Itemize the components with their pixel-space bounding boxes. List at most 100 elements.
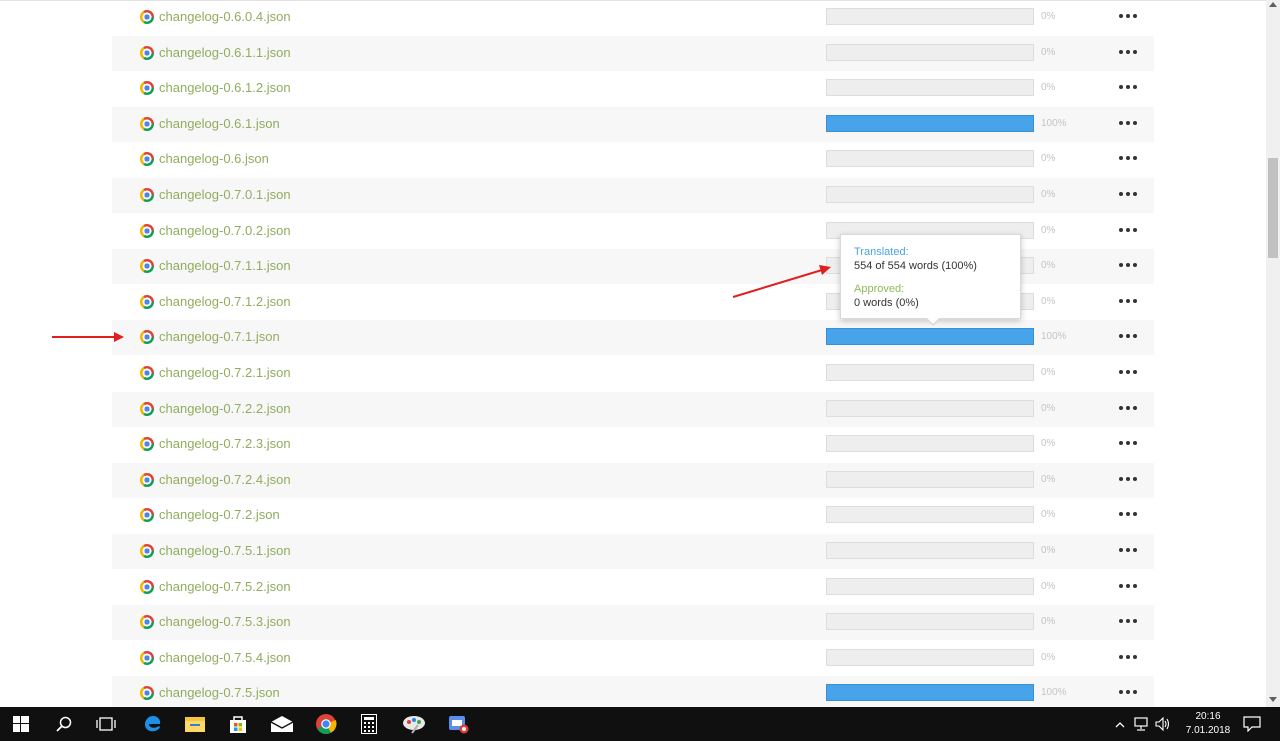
task-view-icon[interactable] xyxy=(85,707,127,741)
translation-progress-bar[interactable] xyxy=(826,506,1034,523)
file-row[interactable]: changelog-0.7.2.1.json 0% xyxy=(112,356,1154,391)
file-name-link[interactable]: changelog-0.7.0.2.json xyxy=(159,223,291,239)
more-options-icon[interactable] xyxy=(1119,8,1137,24)
translation-tooltip: Translated: 554 of 554 words (100%) Appr… xyxy=(840,234,1021,326)
translation-progress-bar[interactable] xyxy=(826,578,1034,595)
file-name-link[interactable]: changelog-0.7.5.2.json xyxy=(159,579,291,595)
calculator-icon[interactable] xyxy=(348,707,390,741)
file-row[interactable]: changelog-0.7.5.2.json 0% xyxy=(112,570,1154,605)
more-options-icon[interactable] xyxy=(1119,115,1137,131)
file-name-link[interactable]: changelog-0.7.2.4.json xyxy=(159,472,291,488)
more-dot xyxy=(1119,50,1123,54)
file-row[interactable]: changelog-0.7.5.4.json 0% xyxy=(112,641,1154,676)
more-options-icon[interactable] xyxy=(1119,222,1137,238)
more-options-icon[interactable] xyxy=(1119,649,1137,665)
file-name-link[interactable]: changelog-0.6.1.2.json xyxy=(159,80,291,96)
file-name-link[interactable]: changelog-0.7.2.3.json xyxy=(159,436,291,452)
progress-percent-label: 0% xyxy=(1041,509,1056,520)
more-options-icon[interactable] xyxy=(1119,506,1137,522)
file-name-link[interactable]: changelog-0.7.5.4.json xyxy=(159,650,291,666)
paint-icon[interactable] xyxy=(393,707,435,741)
more-options-icon[interactable] xyxy=(1119,471,1137,487)
edge-browser-icon[interactable] xyxy=(131,707,173,741)
more-options-icon[interactable] xyxy=(1119,684,1137,700)
more-options-icon[interactable] xyxy=(1119,328,1137,344)
file-row[interactable]: changelog-0.7.2.json 0% xyxy=(112,498,1154,533)
file-row[interactable]: changelog-0.7.5.3.json 0% xyxy=(112,605,1154,640)
file-row[interactable]: changelog-0.6.1.json 100% xyxy=(112,107,1154,142)
file-name-link[interactable]: changelog-0.7.2.1.json xyxy=(159,365,291,381)
file-row[interactable]: changelog-0.6.1.2.json 0% xyxy=(112,71,1154,106)
more-options-icon[interactable] xyxy=(1119,613,1137,629)
more-dot xyxy=(1126,406,1130,410)
file-row[interactable]: changelog-0.7.5.json 100% xyxy=(112,676,1154,711)
more-options-icon[interactable] xyxy=(1119,186,1137,202)
chrome-icon[interactable] xyxy=(305,707,347,741)
file-name-link[interactable]: changelog-0.7.2.json xyxy=(159,507,280,523)
translation-progress-bar[interactable] xyxy=(826,471,1034,488)
file-row[interactable]: changelog-0.7.2.4.json 0% xyxy=(112,463,1154,498)
translation-progress-bar[interactable] xyxy=(826,364,1034,381)
more-options-icon[interactable] xyxy=(1119,44,1137,60)
more-options-icon[interactable] xyxy=(1119,257,1137,273)
translation-progress-bar[interactable] xyxy=(826,542,1034,559)
more-options-icon[interactable] xyxy=(1119,364,1137,380)
more-options-icon[interactable] xyxy=(1119,578,1137,594)
more-options-icon[interactable] xyxy=(1119,79,1137,95)
app-icon[interactable] xyxy=(437,707,479,741)
more-options-icon[interactable] xyxy=(1119,293,1137,309)
file-row[interactable]: changelog-0.6.json 0% xyxy=(112,142,1154,177)
translation-progress-bar[interactable] xyxy=(826,400,1034,417)
file-name-link[interactable]: changelog-0.7.1.json xyxy=(159,329,280,345)
translation-progress-bar[interactable] xyxy=(826,150,1034,167)
mail-icon[interactable] xyxy=(261,707,303,741)
volume-icon[interactable] xyxy=(1155,716,1171,736)
translation-progress-bar[interactable] xyxy=(826,613,1034,630)
translation-progress-bar[interactable] xyxy=(826,44,1034,61)
vertical-scrollbar[interactable] xyxy=(1266,0,1280,707)
file-explorer-icon[interactable] xyxy=(174,707,216,741)
scrollbar-thumb[interactable] xyxy=(1268,158,1278,258)
file-row[interactable]: changelog-0.6.1.1.json 0% xyxy=(112,36,1154,71)
file-row[interactable]: changelog-0.7.2.2.json 0% xyxy=(112,392,1154,427)
more-options-icon[interactable] xyxy=(1119,400,1137,416)
file-name-link[interactable]: changelog-0.7.5.3.json xyxy=(159,614,291,630)
file-name-link[interactable]: changelog-0.7.5.1.json xyxy=(159,543,291,559)
translation-progress-bar[interactable] xyxy=(826,79,1034,96)
notification-icon[interactable] xyxy=(1243,716,1261,737)
more-options-icon[interactable] xyxy=(1119,542,1137,558)
file-name-link[interactable]: changelog-0.7.0.1.json xyxy=(159,187,291,203)
file-row[interactable]: changelog-0.7.0.1.json 0% xyxy=(112,178,1154,213)
translation-progress-bar[interactable] xyxy=(826,115,1034,132)
file-name-link[interactable]: changelog-0.6.json xyxy=(159,151,269,167)
file-row[interactable]: changelog-0.7.2.3.json 0% xyxy=(112,427,1154,462)
translation-progress-bar[interactable] xyxy=(826,8,1034,25)
translation-progress-bar[interactable] xyxy=(826,435,1034,452)
translation-progress-bar[interactable] xyxy=(826,649,1034,666)
scroll-up-arrow-icon[interactable] xyxy=(1269,2,1277,7)
translation-progress-bar[interactable] xyxy=(826,684,1034,701)
translation-progress-bar[interactable] xyxy=(826,328,1034,345)
more-dot xyxy=(1133,334,1137,338)
windows-start-icon[interactable] xyxy=(0,707,42,741)
more-options-icon[interactable] xyxy=(1119,435,1137,451)
progress-percent-label: 0% xyxy=(1041,616,1056,627)
file-name-link[interactable]: changelog-0.6.1.json xyxy=(159,116,280,132)
file-name-link[interactable]: changelog-0.7.5.json xyxy=(159,685,280,701)
file-row[interactable]: changelog-0.7.5.1.json 0% xyxy=(112,534,1154,569)
file-name-link[interactable]: changelog-0.7.2.2.json xyxy=(159,401,291,417)
file-row[interactable]: changelog-0.7.1.json 100% xyxy=(112,320,1154,355)
file-name-link[interactable]: changelog-0.6.0.4.json xyxy=(159,9,291,25)
file-name-link[interactable]: changelog-0.7.1.1.json xyxy=(159,258,291,274)
file-name-link[interactable]: changelog-0.6.1.1.json xyxy=(159,45,291,61)
scroll-down-arrow-icon[interactable] xyxy=(1269,697,1277,702)
chevron-up-icon[interactable] xyxy=(1114,718,1126,736)
search-icon[interactable] xyxy=(43,707,85,741)
translation-progress-bar[interactable] xyxy=(826,186,1034,203)
store-icon[interactable] xyxy=(217,707,259,741)
file-name-link[interactable]: changelog-0.7.1.2.json xyxy=(159,294,291,310)
file-row[interactable]: changelog-0.6.0.4.json 0% xyxy=(112,0,1154,35)
network-icon[interactable] xyxy=(1134,717,1150,736)
more-options-icon[interactable] xyxy=(1119,150,1137,166)
taskbar-clock[interactable]: 20:16 7.01.2018 xyxy=(1178,710,1238,738)
